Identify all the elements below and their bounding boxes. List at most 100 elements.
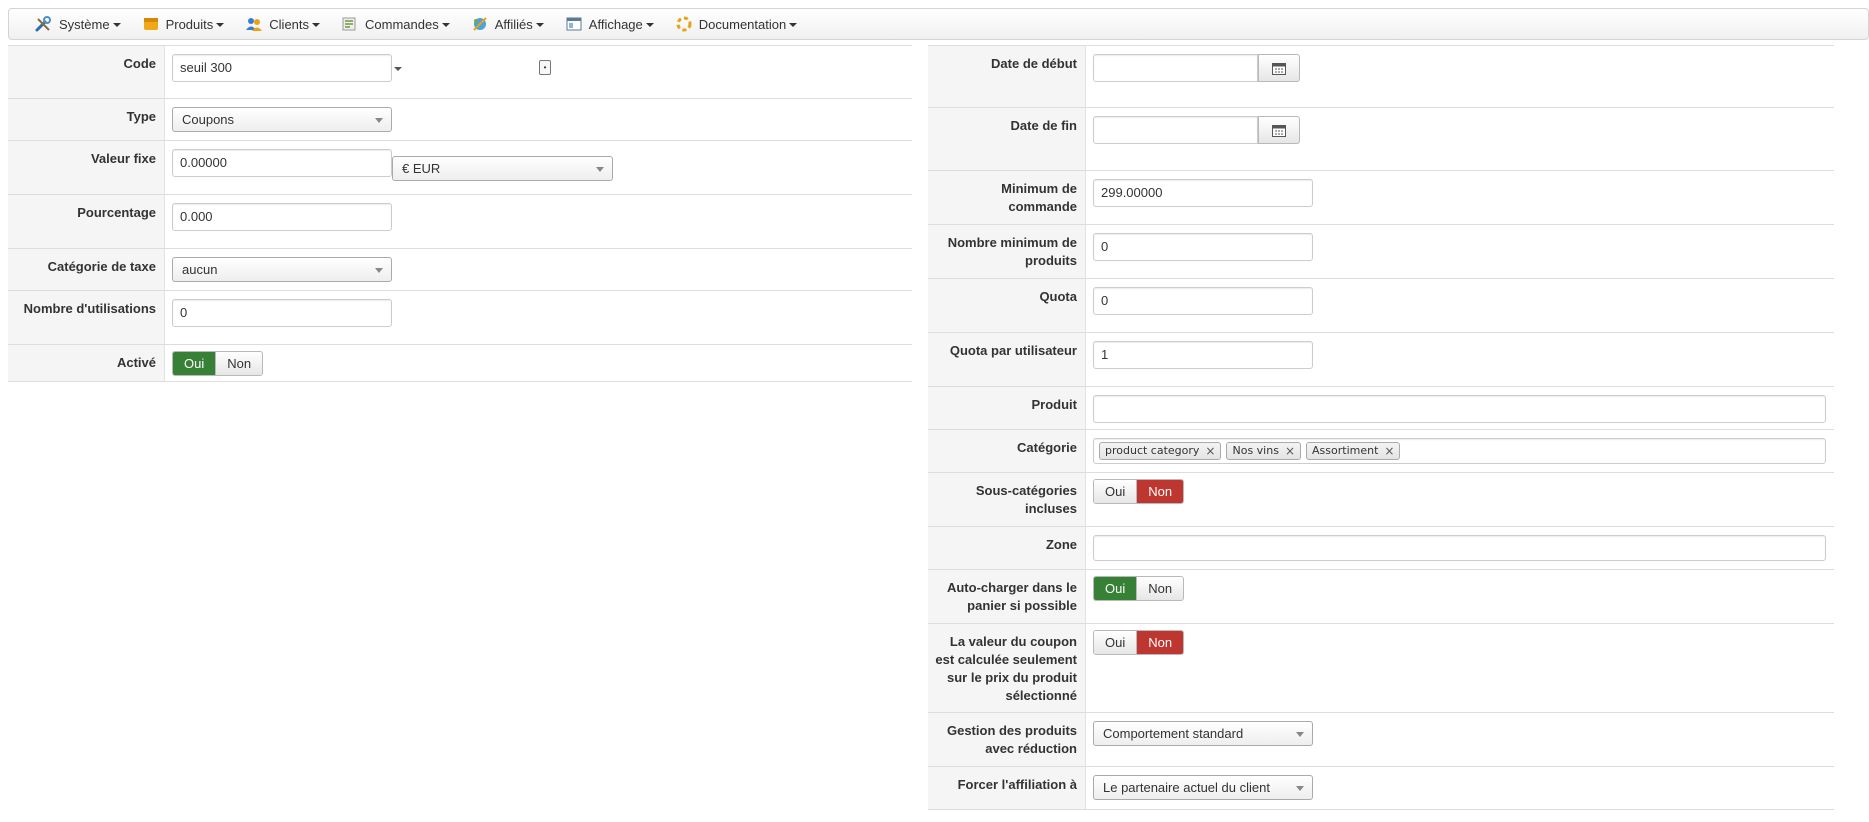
menu-label: Système: [59, 16, 110, 32]
auto-charger-toggle: Oui Non: [1093, 576, 1185, 601]
close-icon[interactable]: ×: [1205, 438, 1215, 464]
valeur-coupon-toggle: Oui Non: [1093, 630, 1185, 655]
chevron-down-icon: [596, 167, 604, 172]
right-form-panel: Date de début Date de fin Minimum de com…: [928, 45, 1834, 810]
menu-systeme[interactable]: Système: [35, 16, 121, 32]
pourcentage-input[interactable]: 0.000: [172, 203, 392, 231]
row-quota: Quota 0: [928, 279, 1834, 333]
quota-label: Quota: [928, 279, 1086, 332]
close-icon[interactable]: ×: [1285, 438, 1295, 464]
categorie-taxe-label: Catégorie de taxe: [8, 249, 165, 290]
valeur-coupon-label: La valeur du coupon est calculée seuleme…: [928, 624, 1086, 712]
calendar-button[interactable]: [1258, 116, 1300, 144]
type-select[interactable]: Coupons: [172, 107, 392, 132]
users-icon: [245, 16, 263, 32]
row-date-debut: Date de début: [928, 45, 1834, 108]
auto-charger-oui-button[interactable]: Oui: [1094, 577, 1137, 600]
minimum-commande-input[interactable]: 299.00000: [1093, 179, 1313, 207]
row-type: Type Coupons: [8, 99, 912, 141]
currency-select-value: € EUR: [402, 161, 441, 176]
categorie-taxe-select[interactable]: aucun: [172, 257, 392, 282]
nombre-min-produits-input[interactable]: 0: [1093, 233, 1313, 261]
sous-categories-oui-button[interactable]: Oui: [1094, 480, 1137, 503]
chevron-down-icon: [312, 23, 321, 27]
row-nombre-min-produits: Nombre minimum de produits 0: [928, 225, 1834, 279]
active-oui-button[interactable]: Oui: [173, 352, 216, 375]
categorie-label: Catégorie: [928, 430, 1086, 472]
box-icon: [142, 16, 160, 32]
pourcentage-label: Pourcentage: [8, 195, 165, 248]
row-code: Code seuil 300 •: [8, 45, 912, 99]
menu-label: Documentation: [698, 16, 787, 32]
zone-label: Zone: [928, 527, 1086, 569]
chevron-down-icon: [1296, 786, 1304, 791]
row-valeur-fixe: Valeur fixe 0.00000 € EUR: [8, 141, 912, 195]
forcer-affiliation-value: Le partenaire actuel du client: [1103, 780, 1270, 795]
code-input[interactable]: seuil 300: [172, 54, 392, 82]
chevron-down-icon: [789, 23, 798, 27]
nombre-utilisations-input[interactable]: 0: [172, 299, 392, 327]
calendar-button[interactable]: [1258, 54, 1300, 82]
chevron-down-icon: [645, 23, 654, 27]
row-produit: Produit: [928, 387, 1834, 430]
gestion-produits-label: Gestion des produits avec réduction: [928, 713, 1086, 766]
menu-clients[interactable]: Clients: [245, 16, 321, 32]
menu-label: Affiliés: [494, 16, 533, 32]
chevron-down-icon: [375, 268, 383, 273]
quota-input[interactable]: 0: [1093, 287, 1313, 315]
categorie-tag-input[interactable]: product category × Nos vins × Assortiment ×: [1093, 438, 1826, 464]
valeur-coupon-oui-button[interactable]: Oui: [1094, 631, 1137, 654]
active-label: Activé: [8, 345, 165, 381]
calendar-icon: [1272, 62, 1286, 75]
close-icon[interactable]: ×: [1384, 438, 1394, 464]
row-forcer-affiliation: Forcer l'affiliation à Le partenaire act…: [928, 767, 1834, 810]
row-gestion-produits: Gestion des produits avec réduction Comp…: [928, 713, 1834, 767]
active-toggle: Oui Non: [172, 351, 264, 376]
date-fin-input[interactable]: [1093, 116, 1258, 144]
row-zone: Zone: [928, 527, 1834, 570]
row-categorie: Catégorie product category × Nos vins × As…: [928, 430, 1834, 473]
tag-label: Nos vins: [1232, 444, 1279, 457]
date-debut-input[interactable]: [1093, 54, 1258, 82]
sous-categories-non-button[interactable]: Non: [1136, 480, 1184, 503]
valeur-coupon-non-button[interactable]: Non: [1136, 631, 1184, 654]
row-pourcentage: Pourcentage 0.000: [8, 195, 912, 249]
display-icon: [565, 16, 583, 32]
gestion-produits-select[interactable]: Comportement standard: [1093, 721, 1313, 746]
produit-input[interactable]: [1093, 395, 1826, 423]
sous-categories-toggle: Oui Non: [1093, 479, 1185, 504]
tag-label: product category: [1105, 444, 1200, 457]
chevron-down-icon: [375, 118, 383, 123]
chevron-down-icon: [112, 23, 121, 27]
zone-input[interactable]: [1093, 535, 1826, 561]
menu-produits[interactable]: Produits: [142, 16, 225, 32]
help-icon: [675, 16, 693, 32]
menu-commandes[interactable]: Commandes: [341, 16, 450, 32]
currency-select[interactable]: € EUR: [392, 156, 613, 181]
menu-label: Commandes: [365, 16, 439, 32]
row-active: Activé Oui Non: [8, 345, 912, 382]
menu-affichage[interactable]: Affichage: [565, 16, 654, 32]
row-valeur-coupon: La valeur du coupon est calculée seuleme…: [928, 624, 1834, 713]
row-quota-utilisateur: Quota par utilisateur 1: [928, 333, 1834, 387]
auto-charger-label: Auto-charger dans le panier si possible: [928, 570, 1086, 623]
nombre-min-produits-label: Nombre minimum de produits: [928, 225, 1086, 278]
auto-charger-non-button[interactable]: Non: [1136, 577, 1184, 600]
valeur-fixe-input[interactable]: 0.00000: [172, 149, 392, 177]
top-menu-bar: Système Produits Clients Commandes Affil…: [8, 8, 1869, 40]
left-form-panel: Code seuil 300 • Type Coupons Valeur fix…: [8, 45, 912, 382]
category-tag: product category ×: [1099, 442, 1222, 460]
category-tag: Nos vins ×: [1226, 442, 1302, 460]
tag-label: Assortiment: [1312, 444, 1379, 457]
menu-affilies[interactable]: Affiliés: [471, 16, 544, 32]
chevron-down-icon: [216, 23, 225, 27]
row-date-fin: Date de fin: [928, 108, 1834, 171]
forcer-affiliation-select[interactable]: Le partenaire actuel du client: [1093, 775, 1313, 800]
quota-utilisateur-input[interactable]: 1: [1093, 341, 1313, 369]
minimum-commande-label: Minimum de commande: [928, 171, 1086, 224]
code-generator-icon[interactable]: •: [539, 60, 551, 75]
tools-icon: [35, 16, 53, 32]
chevron-down-icon[interactable]: [394, 67, 402, 71]
active-non-button[interactable]: Non: [215, 352, 263, 375]
menu-documentation[interactable]: Documentation: [675, 16, 798, 32]
